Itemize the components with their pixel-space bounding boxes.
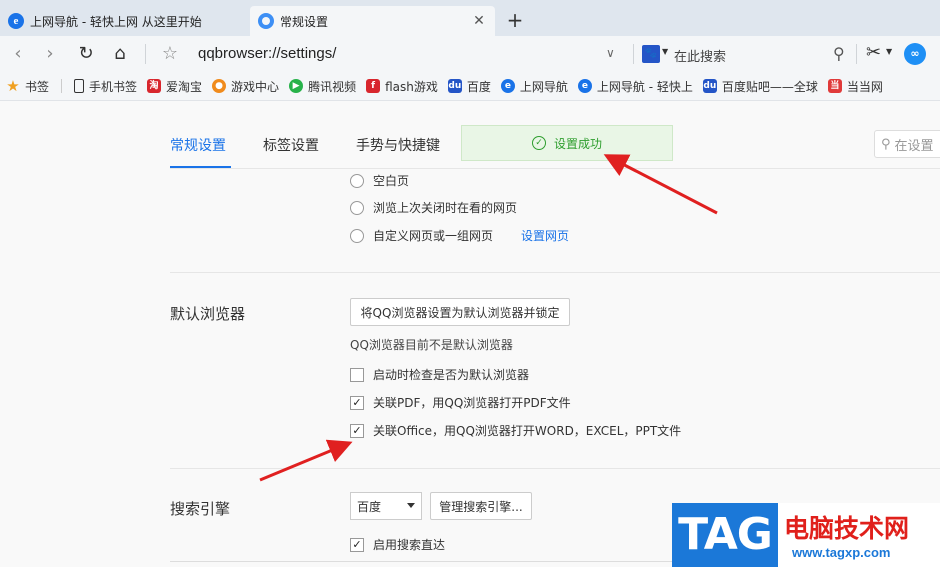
watermark: TAG 电脑技术网 www.tagxp.com [672,503,940,567]
watermark-url: www.tagxp.com [792,545,891,560]
watermark-tag-logo: TAG [672,503,778,567]
watermark-title: 电脑技术网 [784,514,910,543]
annotation-arrow-toast [603,154,718,215]
annotation-arrow-office [259,439,353,482]
annotation-arrows [259,154,718,482]
